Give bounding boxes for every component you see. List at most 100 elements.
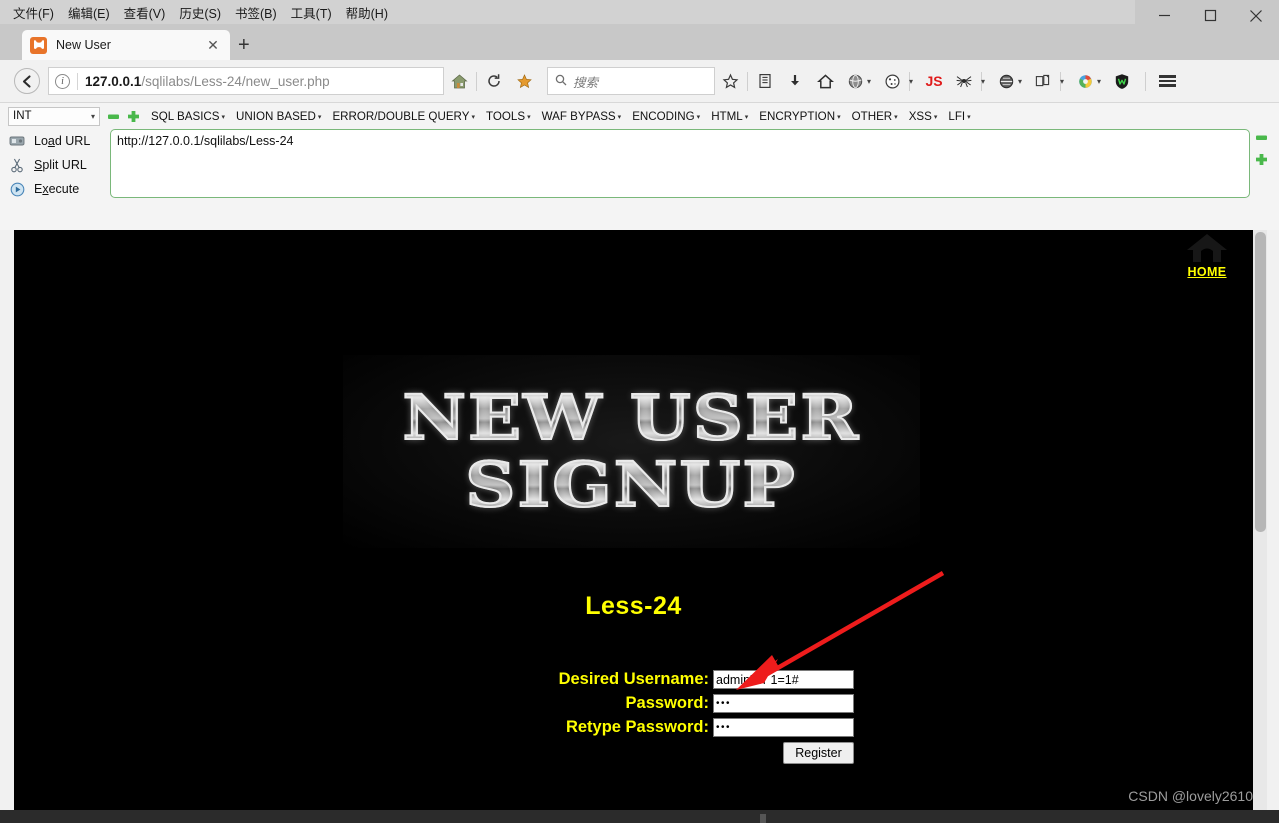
banner-line-2: SIGNUP — [461, 452, 802, 516]
menu-item-file[interactable]: 文件(F) — [6, 1, 61, 24]
load-url-button[interactable]: Load URL — [6, 129, 106, 153]
page-scrollbar[interactable] — [1253, 230, 1267, 810]
search-icon — [555, 74, 567, 89]
hackbar-menu-other[interactable]: OTHER ▾ — [852, 110, 898, 123]
label: LFI — [948, 109, 966, 123]
star-orange-icon[interactable] — [509, 66, 539, 96]
hackbar-grow-button[interactable] — [1255, 153, 1268, 166]
execute-button[interactable]: Execute — [6, 177, 106, 201]
chevron-down-icon[interactable]: ▾ — [981, 77, 991, 86]
chevron-down-icon: ▾ — [471, 113, 475, 121]
bookmark-star-icon[interactable] — [715, 66, 745, 96]
menu-icon[interactable] — [1152, 66, 1182, 96]
retype-password-label: Retype Password: — [565, 718, 709, 736]
menu-item-bookmarks[interactable]: 书签(B) — [228, 1, 284, 24]
split-url-button[interactable]: Split URL — [6, 153, 106, 177]
menu-bar-line — [1158, 75, 1176, 78]
hackbar-menu-sql-basics[interactable]: SQL BASICS ▾ — [151, 110, 225, 123]
url-separator — [77, 72, 78, 90]
hackbar-menu-error-double-query[interactable]: ERROR/DOUBLE QUERY ▾ — [332, 110, 475, 123]
chevron-down-icon[interactable]: ▾ — [867, 77, 877, 86]
url-bar[interactable]: i 127.0.0.1/sqlilabs/Less-24/new_user.ph… — [48, 67, 444, 95]
chevron-down-icon[interactable]: ▾ — [1097, 77, 1107, 86]
hackbar-url-textarea[interactable]: http://127.0.0.1/sqlilabs/Less-24 — [110, 129, 1250, 198]
spider-icon[interactable] — [949, 66, 979, 96]
hackbar-zoom-controls — [1255, 131, 1275, 175]
globe-icon[interactable] — [840, 66, 870, 96]
chevron-down-icon: ▾ — [967, 113, 971, 121]
shield-icon[interactable] — [1107, 66, 1137, 96]
home-link[interactable]: HOME — [1177, 232, 1237, 279]
hackbar-menu-union-based[interactable]: UNION BASED ▾ — [236, 110, 321, 123]
chevron-down-icon: ▾ — [317, 113, 322, 121]
reload-icon[interactable] — [479, 66, 509, 96]
tab-close-icon[interactable]: ✕ — [204, 37, 222, 54]
search-input[interactable]: 搜索 — [573, 72, 598, 91]
chevron-down-icon[interactable]: ▾ — [1018, 77, 1028, 86]
menu-item-tools[interactable]: 工具(T) — [284, 1, 339, 24]
chevron-down-icon[interactable]: ▾ — [1060, 77, 1070, 86]
retype-password-input[interactable]: ••• — [713, 718, 854, 737]
back-button[interactable] — [14, 68, 40, 94]
tab-title: New User — [56, 38, 111, 52]
js-icon[interactable]: JS — [919, 66, 949, 96]
download-icon[interactable] — [780, 66, 810, 96]
hackbar-menu-waf-bypass[interactable]: WAF BYPASS ▾ — [542, 110, 622, 123]
hackbar-menu-tools[interactable]: TOOLS ▾ — [486, 110, 531, 123]
hackbar-menu-encryption[interactable]: ENCRYPTION ▾ — [759, 110, 840, 123]
hackbar-shrink-button[interactable] — [1255, 131, 1268, 144]
hackbar-plus-button[interactable] — [127, 110, 140, 123]
menu-item-view[interactable]: 查看(V) — [117, 1, 173, 24]
signup-form: Desired Username: admin' or 1=1# Passwor… — [14, 670, 1253, 769]
hackbar-actions: Load URL Split URL Execute — [6, 129, 106, 201]
home-icon[interactable] — [444, 66, 474, 96]
page-info-icon[interactable]: i — [55, 73, 70, 89]
cookie-icon[interactable] — [877, 66, 907, 96]
chevron-down-icon: ▾ — [894, 113, 898, 121]
chrome-globe-icon[interactable] — [1070, 66, 1100, 96]
toolbar-separator — [476, 71, 477, 91]
chevron-down-icon: ▾ — [837, 113, 841, 121]
chevron-down-icon: ▾ — [744, 113, 749, 121]
hackbar-panel: INT ▾ SQL BASICS ▾ UNION BASED ▾ ERROR/DOU… — [0, 102, 1279, 329]
url-text: 127.0.0.1/sqlilabs/Less-24/new_user.php — [85, 74, 330, 89]
register-button[interactable]: Register — [783, 742, 854, 764]
label: WAF BYPASS — [541, 109, 616, 123]
signup-banner-image: NEW USER SIGNUP — [343, 355, 920, 548]
hackbar-menu-html[interactable]: HTML ▾ — [711, 110, 748, 123]
tab-new-user[interactable]: New User ✕ — [22, 30, 230, 60]
hackbar-icon[interactable] — [991, 66, 1021, 96]
menu-item-help[interactable]: 帮助(H) — [339, 1, 395, 24]
label: ENCRYPTION — [759, 109, 836, 123]
home2-icon[interactable] — [810, 66, 840, 96]
menu-item-history[interactable]: 历史(S) — [172, 1, 228, 24]
hackbar-menu-xss[interactable]: XSS ▾ — [909, 110, 938, 123]
search-bar[interactable]: 搜索 — [547, 67, 715, 95]
split-url-icon — [6, 156, 28, 174]
url-path: /sqlilabs/Less-24/new_user.php — [141, 73, 330, 89]
pagefile-icon[interactable] — [1028, 66, 1058, 96]
watermark-text: CSDN @lovely2610 — [1128, 788, 1253, 804]
menu-bar-line — [1158, 79, 1176, 83]
home-icon — [1177, 232, 1237, 267]
new-tab-button[interactable]: + — [238, 35, 250, 55]
library-icon[interactable] — [750, 66, 780, 96]
hackbar-minus-button[interactable] — [107, 110, 120, 123]
chevron-down-icon[interactable]: ▾ — [909, 77, 919, 86]
menu-item-edit[interactable]: 编辑(E) — [61, 1, 117, 24]
label: SQL BASICS — [151, 109, 220, 123]
hackbar-menu-lfi[interactable]: LFI ▾ — [948, 110, 970, 123]
chevron-down-icon: ▾ — [527, 113, 531, 121]
page-scrollbar-thumb[interactable] — [1255, 232, 1266, 532]
hackbar-menu-encoding[interactable]: ENCODING ▾ — [632, 110, 700, 123]
label: OTHER — [851, 109, 893, 123]
browser-window: 文件(F) 编辑(E) 查看(V) 历史(S) 书签(B) 工具(T) 帮助(H… — [0, 0, 1279, 810]
load-url-icon — [6, 132, 28, 150]
hackbar-type-select[interactable]: INT ▾ — [8, 106, 100, 126]
label: XSS — [908, 109, 932, 123]
chevron-down-icon: ▾ — [933, 113, 938, 121]
username-input[interactable]: admin' or 1=1# — [713, 670, 854, 689]
password-input[interactable]: ••• — [713, 694, 854, 713]
form-row-username: Desired Username: admin' or 1=1# — [14, 670, 1253, 689]
form-row-password: Password: ••• — [14, 694, 1253, 713]
